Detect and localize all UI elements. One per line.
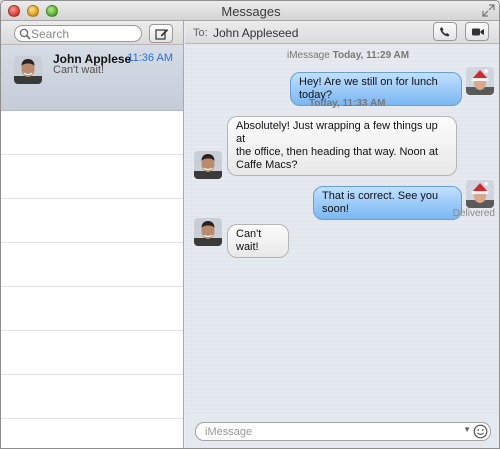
message-thread: iMessage Today, 11:29 AM Hey! Are we sti… xyxy=(185,44,499,414)
timestamp: iMessage Today, 11:29 AM xyxy=(287,50,409,61)
phone-icon xyxy=(440,27,450,37)
compose-button[interactable] xyxy=(149,24,173,43)
search-input[interactable] xyxy=(31,27,137,41)
message-line: Caffe Macs? xyxy=(236,159,298,171)
conversation-item-john-appleseed[interactable]: John Appleseed 11:36 AM Can't wait! xyxy=(1,45,183,111)
empty-row xyxy=(1,375,183,419)
conversation-pane: To: John Appleseed iMessage Today, 11:29… xyxy=(185,21,499,448)
message-input[interactable] xyxy=(205,424,455,439)
message-line: the office, then heading that way. Noon … xyxy=(236,146,439,158)
phone-button[interactable] xyxy=(433,22,457,41)
avatar xyxy=(194,151,222,179)
delivered-status: Delivered xyxy=(452,208,495,219)
avatar xyxy=(466,180,494,208)
video-camera-icon xyxy=(472,28,484,36)
avatar xyxy=(466,67,494,95)
empty-row xyxy=(1,111,183,155)
smiley-icon[interactable] xyxy=(473,424,488,439)
chevron-down-icon[interactable]: ▼ xyxy=(463,425,471,434)
empty-row xyxy=(1,331,183,375)
message-bubble-sent: That is correct. See you soon! xyxy=(313,186,462,220)
timestamp-service: iMessage xyxy=(287,50,330,61)
fullscreen-icon[interactable] xyxy=(482,4,495,17)
search-field[interactable] xyxy=(14,25,142,42)
empty-row xyxy=(1,243,183,287)
timestamp: Today, 11:33 AM xyxy=(309,98,386,109)
avatar xyxy=(194,218,222,246)
empty-row xyxy=(1,287,183,331)
message-bubble-received: Can't wait! xyxy=(227,224,289,258)
title-bar: Messages xyxy=(1,1,499,21)
to-label: To: xyxy=(193,27,208,39)
conversation-time: 11:36 AM xyxy=(127,52,173,64)
sidebar-toolbar xyxy=(1,21,183,45)
empty-row xyxy=(1,155,183,199)
recipient-name[interactable]: John Appleseed xyxy=(213,26,298,40)
empty-row xyxy=(1,199,183,243)
avatar xyxy=(14,56,42,84)
empty-row xyxy=(1,419,183,448)
search-icon xyxy=(19,28,31,40)
window-title: Messages xyxy=(221,4,281,19)
message-line: Absolutely! Just wrapping a few things u… xyxy=(236,120,438,145)
message-composer[interactable]: ▼ xyxy=(195,422,491,441)
video-call-button[interactable] xyxy=(465,22,489,41)
sidebar: John Appleseed 11:36 AM Can't wait! xyxy=(1,21,184,448)
message-bubble-received: Absolutely! Just wrapping a few things u… xyxy=(227,116,457,176)
messages-window: Messages John Appleseed 11:36 AM Can't w… xyxy=(0,0,500,449)
timestamp-time: Today, 11:29 AM xyxy=(332,50,410,61)
compose-icon xyxy=(155,29,169,40)
recipient-header: To: John Appleseed xyxy=(185,21,499,44)
conversation-preview: Can't wait! xyxy=(53,64,105,76)
